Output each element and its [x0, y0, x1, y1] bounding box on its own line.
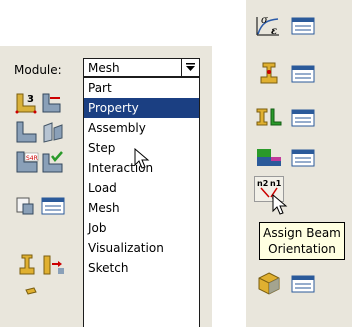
- create-profile-tool-button[interactable]: [254, 104, 284, 130]
- element-type-icon: S4R: [16, 151, 39, 173]
- section-assignment-manager-button[interactable]: [288, 146, 318, 172]
- tooltip: Assign Beam Orientation: [259, 222, 345, 260]
- seed-edge-icon: [42, 93, 61, 113]
- seed-part-tool-button[interactable]: 3: [14, 90, 40, 114]
- mesh-manager-tool-button[interactable]: [40, 194, 66, 218]
- hexagon-cube-icon: [258, 272, 280, 295]
- module-select[interactable]: Mesh: [83, 58, 200, 77]
- section-assign-tool-button[interactable]: [14, 252, 40, 276]
- epsilon-label: ε: [271, 26, 277, 37]
- seed-part-icon: 3: [15, 93, 37, 114]
- material-manager-button[interactable]: [288, 14, 318, 40]
- i-beam-profile-icon: [256, 108, 282, 126]
- layup-manager-button[interactable]: [288, 272, 318, 298]
- dropdown-option-mesh[interactable]: Mesh: [84, 198, 199, 218]
- module-dropdown-list: Part Property Assembly Step Interaction …: [83, 77, 200, 327]
- mouse-pointer-icon: [272, 194, 288, 215]
- create-material-tool-button[interactable]: σ ε: [254, 12, 284, 38]
- stress-strain-icon: σ ε: [256, 15, 279, 37]
- partial-tool-button[interactable]: [20, 284, 46, 308]
- manager-table-icon: [291, 149, 315, 167]
- mesh-controls-icon: [16, 121, 37, 143]
- stack-direction-icon: [43, 255, 64, 275]
- element-type-tool-button[interactable]: S4R: [14, 150, 40, 174]
- verify-mesh-icon: [42, 151, 63, 173]
- property-toolbox-panel: σ ε n2 n1: [246, 0, 352, 327]
- manager-table-icon: [291, 109, 315, 127]
- assign-element-icon: [43, 122, 63, 143]
- mesh-part-icon: [16, 197, 34, 215]
- mesh-controls-tool-button[interactable]: [14, 120, 40, 144]
- assign-section-icon: [257, 149, 281, 166]
- assign-element-tool-button[interactable]: [40, 120, 66, 144]
- sigma-label: σ: [261, 15, 269, 26]
- chevron-down-icon: [186, 63, 195, 71]
- manager-table-icon: [41, 197, 65, 215]
- manager-table-icon: [291, 65, 315, 83]
- tooltip-line-2: Orientation: [268, 242, 336, 256]
- create-section-tool-button[interactable]: [254, 60, 284, 86]
- create-composite-layup-tool-button[interactable]: [254, 270, 284, 296]
- module-toolbox-panel: Module: Mesh Part Property Assembly Step…: [0, 46, 212, 327]
- partial-tool-icon: [25, 287, 37, 295]
- dropdown-arrow-button[interactable]: [181, 59, 199, 76]
- dropdown-option-load[interactable]: Load: [84, 178, 199, 198]
- manager-table-icon: [291, 275, 315, 293]
- module-label: Module:: [14, 63, 62, 77]
- mouse-pointer-icon: [134, 148, 150, 169]
- dropdown-option-visualization[interactable]: Visualization: [84, 238, 199, 258]
- mesh-part-tool-button[interactable]: [14, 194, 40, 218]
- beam-section-icon: [19, 254, 35, 275]
- dropdown-option-part[interactable]: Part: [84, 78, 199, 98]
- assign-section-tool-button[interactable]: [254, 144, 284, 170]
- dropdown-option-assembly[interactable]: Assembly: [84, 118, 199, 138]
- orientation-n1-label: n1: [270, 179, 282, 188]
- verify-mesh-tool-button[interactable]: [40, 150, 66, 174]
- dropdown-option-job[interactable]: Job: [84, 218, 199, 238]
- stack-direction-tool-button[interactable]: [40, 252, 66, 276]
- tooltip-line-1: Assign Beam: [263, 226, 341, 240]
- dropdown-option-sketch[interactable]: Sketch: [84, 258, 199, 278]
- profile-manager-button[interactable]: [288, 106, 318, 132]
- seed-edge-tool-button[interactable]: [40, 90, 66, 114]
- section-manager-button[interactable]: [288, 62, 318, 88]
- orientation-n2-label: n2: [257, 179, 268, 188]
- tool-badge-three: 3: [27, 94, 34, 105]
- beam-section-icon: [260, 62, 278, 84]
- module-select-value: Mesh: [88, 61, 120, 75]
- manager-table-icon: [291, 17, 315, 35]
- dropdown-option-property[interactable]: Property: [84, 98, 199, 118]
- tool-badge-s4r: S4R: [26, 155, 38, 162]
